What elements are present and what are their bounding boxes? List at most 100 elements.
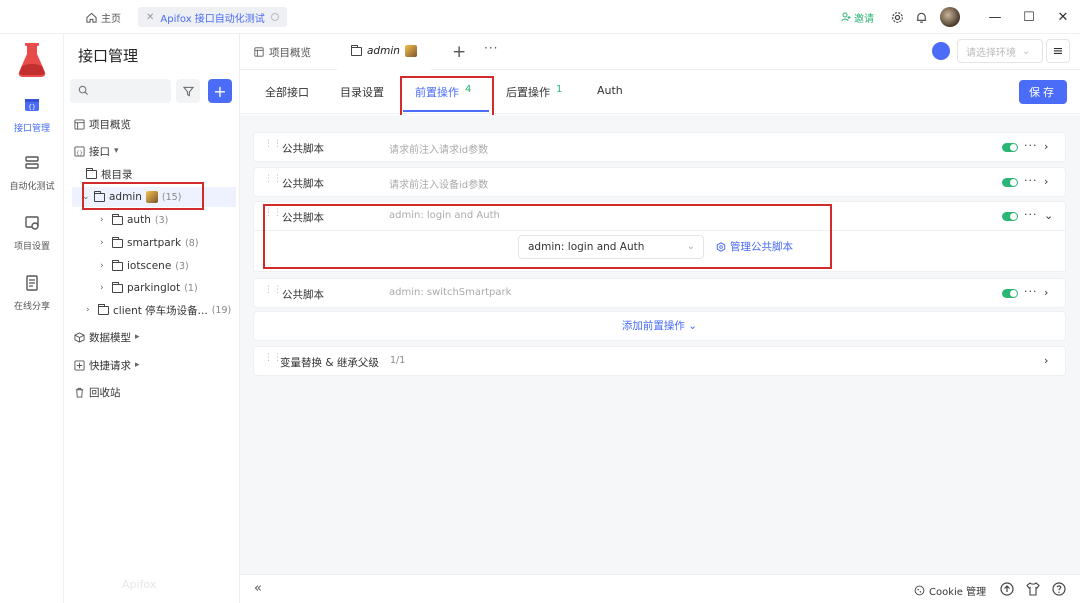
upload-icon[interactable] bbox=[999, 581, 1015, 597]
sidebar-item-smartpark[interactable]: › smartpark (8) bbox=[100, 233, 199, 253]
chevron-right-icon[interactable]: › bbox=[100, 215, 108, 225]
project-tab[interactable]: ✕ Apifox 接口自动化测试 bbox=[138, 7, 287, 27]
sidebar-item-overview[interactable]: 项目概览 bbox=[74, 114, 131, 134]
enable-toggle[interactable] bbox=[1002, 289, 1018, 298]
add-pre-label: 添加前置操作 bbox=[622, 320, 685, 332]
more-options-icon[interactable]: ··· bbox=[1024, 208, 1038, 221]
invite-button[interactable]: 邀请 bbox=[841, 10, 874, 25]
variable-inherit-card[interactable]: ⋮⋮ 变量替换 & 继承父级 1/1 › bbox=[253, 346, 1066, 376]
rail-automation[interactable]: 自动化测试 bbox=[0, 154, 64, 192]
sidebar-item-parkinglot[interactable]: › parkinglot (1) bbox=[100, 278, 198, 298]
enable-toggle[interactable] bbox=[1002, 143, 1018, 152]
tab-dir-settings[interactable]: 目录设置 bbox=[340, 84, 384, 100]
plus-icon: + bbox=[213, 82, 226, 101]
tab-all-apis[interactable]: 全部接口 bbox=[265, 84, 309, 100]
apifox-logo bbox=[17, 42, 47, 78]
tab-auth[interactable]: Auth bbox=[597, 84, 623, 97]
cookie-manager-button[interactable]: Cookie 管理 bbox=[914, 583, 986, 598]
sidebar-item-quick-request[interactable]: 快捷请求 ▸ bbox=[74, 355, 143, 375]
maximize-button[interactable]: ☐ bbox=[1012, 10, 1046, 25]
sidebar-item-auth[interactable]: › auth (3) bbox=[100, 210, 168, 230]
recycle-label: 回收站 bbox=[89, 385, 121, 400]
invite-icon bbox=[841, 12, 851, 22]
more-options-icon[interactable]: ··· bbox=[1024, 285, 1038, 298]
operation-desc: 请求前注入设备id参数 bbox=[389, 176, 488, 191]
chevron-right-icon[interactable]: › bbox=[1044, 140, 1048, 153]
add-pre-operation-button[interactable]: 添加前置操作 ⌄ bbox=[253, 311, 1066, 341]
sidebar-item-api[interactable]: {} 接口 ▾ bbox=[74, 141, 122, 161]
tab-admin[interactable]: admin bbox=[337, 34, 431, 70]
chevron-right-icon[interactable]: › bbox=[100, 283, 108, 293]
tab-project-overview[interactable]: 项目概览 bbox=[240, 34, 325, 70]
chevron-down-icon: ⌄ bbox=[688, 320, 697, 332]
quick-request-label: 快捷请求 bbox=[89, 358, 131, 373]
close-window-button[interactable]: ✕ bbox=[1046, 10, 1080, 25]
sidebar-title: 接口管理 bbox=[78, 45, 138, 66]
sidebar-item-recycle[interactable]: 回收站 bbox=[74, 382, 121, 402]
save-button[interactable]: 保存 bbox=[1019, 80, 1067, 104]
chevron-right-icon[interactable]: › bbox=[100, 238, 108, 248]
sidebar-item-data-model[interactable]: 数据模型 ▸ bbox=[74, 327, 143, 347]
sidebar-item-client[interactable]: › client 停车场设备... (19) bbox=[86, 300, 231, 320]
smartpark-label: smartpark bbox=[127, 237, 181, 249]
chevron-right-icon[interactable]: › bbox=[1044, 175, 1048, 188]
notification-button[interactable] bbox=[910, 6, 932, 28]
settings-icon bbox=[23, 214, 41, 232]
cube-icon bbox=[74, 332, 85, 343]
tab-admin-label: admin bbox=[367, 45, 400, 57]
sidebar: 接口管理 + 项目概览 {} 接口 ▾ 根目录 ⌄ admin (15) › a… bbox=[64, 34, 240, 603]
folder-icon bbox=[112, 262, 123, 271]
sidebar-item-iotscene[interactable]: › iotscene (3) bbox=[100, 256, 189, 276]
invite-label: 邀请 bbox=[854, 10, 874, 25]
trash-icon bbox=[74, 387, 85, 398]
filter-button[interactable] bbox=[176, 79, 200, 103]
tab-post-operations[interactable]: 后置操作 1 bbox=[506, 84, 562, 100]
drag-handle-icon[interactable]: ⋮⋮ bbox=[264, 177, 270, 187]
sidebar-item-root[interactable]: 根目录 bbox=[86, 164, 133, 184]
drag-handle-icon[interactable]: ⋮⋮ bbox=[264, 288, 270, 298]
operations-area: ⋮⋮ 公共脚本 请求前注入请求id参数 ··· › ⋮⋮ 公共脚本 请求前注入设… bbox=[240, 115, 1080, 574]
rail-api-label: 接口管理 bbox=[0, 121, 64, 134]
project-tab-label: Apifox 接口自动化测试 bbox=[160, 10, 264, 25]
chevron-right-icon[interactable]: › bbox=[1044, 354, 1048, 367]
help-icon[interactable] bbox=[1051, 581, 1067, 597]
collapse-sidebar-button[interactable]: « bbox=[254, 581, 262, 596]
highlight-box-expanded bbox=[263, 204, 832, 269]
new-tab-button[interactable]: + bbox=[452, 42, 466, 62]
enable-toggle[interactable] bbox=[1002, 178, 1018, 187]
environment-select[interactable]: 请选择环境 ⌄ bbox=[957, 39, 1043, 63]
home-tab[interactable]: 主页 bbox=[86, 9, 121, 25]
home-icon bbox=[86, 12, 97, 23]
operation-card[interactable]: ⋮⋮ 公共脚本 请求前注入请求id参数 ··· › bbox=[253, 132, 1066, 162]
chevron-down-icon[interactable]: ⌄ bbox=[1044, 209, 1053, 222]
drag-handle-icon[interactable]: ⋮⋮ bbox=[264, 356, 270, 366]
enable-toggle[interactable] bbox=[1002, 212, 1018, 221]
search-icon bbox=[78, 85, 89, 96]
main-panel: 项目概览 admin + ··· 请选择环境 ⌄ ≡ 全部接口 目录设置 前置操… bbox=[240, 34, 1080, 603]
more-options-icon[interactable]: ··· bbox=[1024, 174, 1038, 187]
tab-post-count: 1 bbox=[556, 84, 562, 100]
iotscene-count: (3) bbox=[175, 261, 188, 272]
rail-api-management[interactable]: {} 接口管理 bbox=[0, 96, 64, 134]
add-button[interactable]: + bbox=[208, 79, 232, 103]
rail-project-settings[interactable]: 项目设置 bbox=[0, 214, 64, 252]
operation-card[interactable]: ⋮⋮ 公共脚本 请求前注入设备id参数 ··· › bbox=[253, 167, 1066, 197]
chevron-right-icon[interactable]: › bbox=[86, 305, 94, 315]
more-tabs-button[interactable]: ··· bbox=[484, 41, 498, 55]
operation-card[interactable]: ⋮⋮ 公共脚本 admin: switchSmartpark ··· › bbox=[253, 278, 1066, 308]
chevron-right-icon[interactable]: › bbox=[1044, 286, 1048, 299]
shirt-icon[interactable] bbox=[1025, 581, 1041, 597]
minimize-button[interactable]: — bbox=[978, 10, 1012, 25]
more-options-icon[interactable]: ··· bbox=[1024, 139, 1038, 152]
search-input[interactable] bbox=[70, 79, 171, 103]
close-tab-icon[interactable]: ✕ bbox=[146, 12, 154, 23]
menu-button[interactable]: ≡ bbox=[1046, 39, 1070, 63]
rail-online-share[interactable]: 在线分享 bbox=[0, 274, 64, 312]
environment-icon[interactable] bbox=[932, 42, 950, 60]
drag-handle-icon[interactable]: ⋮⋮ bbox=[264, 142, 270, 152]
chevron-right-icon[interactable]: › bbox=[100, 261, 108, 271]
user-avatar[interactable] bbox=[940, 7, 960, 27]
settings-button[interactable] bbox=[886, 6, 908, 28]
folder-icon bbox=[112, 216, 123, 225]
sidebar-watermark: Apifox bbox=[122, 578, 156, 591]
